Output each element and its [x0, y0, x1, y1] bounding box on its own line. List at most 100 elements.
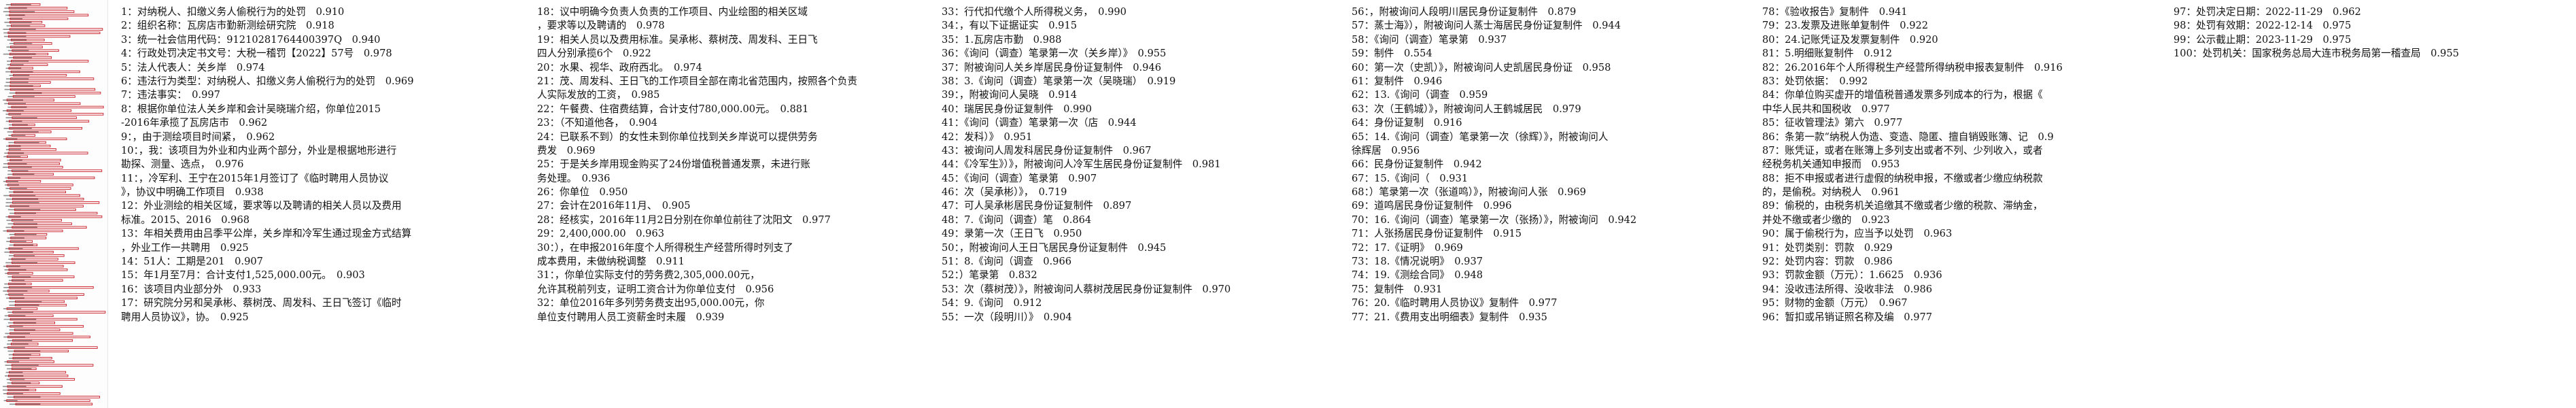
- thumbnail-box-annotation: [6, 399, 90, 402]
- thumbnail-text-stroke: [6, 25, 31, 27]
- thumbnail-text-stroke: [5, 146, 21, 147]
- thumbnail-text-stroke: [4, 315, 26, 317]
- thumbnail-text-stroke: [7, 368, 32, 370]
- ocr-line: 87：账凭证，或者在账簿上多列支出或者不列、少列收入，或者: [1762, 144, 2043, 156]
- thumbnail-text-stroke: [9, 92, 42, 94]
- thumbnail-text-stroke: [6, 46, 27, 48]
- thumbnail-text-stroke: [7, 131, 39, 133]
- ocr-line: 允许其税前列支，证明工资合计为你单位支付 0.956: [537, 283, 774, 295]
- thumbnail-text-stroke: [3, 386, 27, 388]
- thumbnail-text-stroke: [7, 322, 37, 324]
- ocr-line: 的，是偷税。对纳税人 0.961: [1762, 186, 1900, 199]
- ocr-line: 77：21.《费用支出明细表》复制件 0.935: [1352, 311, 1547, 323]
- ocr-line: 8：根据你单位法人关乡岸和会计吴晓瑞介绍，你单位2015: [121, 103, 381, 115]
- thumbnail-text-stroke: [7, 61, 29, 62]
- thumbnail-text-stroke: [8, 354, 31, 356]
- ocr-line: 29：2,400,000.00 0.963: [537, 228, 665, 240]
- ocr-line: 2：组织名称：瓦房店市勤新测绘研究院 0.918: [121, 20, 334, 32]
- ocr-line: 21：茂、周发科、王日飞的工作项目全部在南北省范围内，按照各个负责: [537, 75, 857, 87]
- text-column-5: 78：《验收报告》复制件 0.941 79：23.发票及进账单复制件 0.922 8…: [1762, 5, 2163, 408]
- thumbnail-text-stroke: [3, 290, 28, 292]
- document-thumbnail: [0, 0, 108, 408]
- ocr-line: ，外业工作一共聘用 0.925: [121, 241, 249, 254]
- thumbnail-text-stroke: [5, 71, 33, 73]
- ocr-line: 33：行代扣代缴个人所得税义务， 0.990: [942, 6, 1127, 18]
- text-column-6: 97：处罚决定日期：2022-11-29 0.962 98：处罚有效期：2022-…: [2174, 5, 2576, 408]
- ocr-line: 单位支付聘用人员工资薪金时未履 0.939: [537, 311, 725, 323]
- ocr-line: 1：对纳税人、扣缴义务人偷税行为的处罚 0.910: [121, 6, 345, 18]
- ocr-line: 42：发科）》 0.951: [942, 131, 1033, 143]
- thumbnail-text-stroke: [5, 14, 25, 16]
- thumbnail-text-stroke: [5, 262, 37, 264]
- ocr-line: 26：你单位 0.950: [537, 186, 628, 199]
- thumbnail-text-stroke: [5, 199, 39, 200]
- text-column-1: 1：对纳税人、扣缴义务人偷税行为的处罚 0.910 2：组织名称：瓦房店市勤新测绘…: [121, 5, 522, 408]
- thumbnail-text-stroke: [7, 159, 22, 161]
- ocr-line: 30：），在申报2016年度个人所得税生产经营所得时列支了: [537, 241, 793, 254]
- ocr-line: 58：《询问（调查）笔录第 0.937: [1352, 33, 1507, 46]
- thumbnail-text-stroke: [5, 216, 21, 218]
- thumbnail-text-stroke: [3, 318, 37, 320]
- ocr-line: 86：条第一款“纳税人伪造、变造、隐匿、擅自销毁账簿、记 0.9: [1762, 131, 2054, 143]
- thumbnail-text-stroke: [5, 297, 24, 299]
- thumbnail-text-stroke: [3, 29, 36, 30]
- thumbnail-text-stroke: [4, 252, 33, 253]
- thumbnail-text-stroke: [7, 343, 29, 345]
- thumbnail-text-stroke: [3, 32, 27, 34]
- thumbnail-text-stroke: [9, 403, 41, 405]
- ocr-line: 52：）笔录第 0.832: [942, 269, 1037, 282]
- ocr-line: 88：拒不申报或者进行虚假的纳税申报，不缴或者少缴应纳税款: [1762, 172, 2043, 184]
- ocr-line: 81：5.明细账复制件 0.912: [1762, 48, 1893, 60]
- thumbnail-text-stroke: [4, 7, 27, 9]
- ocr-line: 79：23.发票及进账单复制件 0.922: [1762, 20, 1929, 32]
- thumbnail-text-stroke: [4, 361, 19, 362]
- thumbnail-box-annotation: [8, 215, 103, 218]
- ocr-line: 60：第一次（史凯）》，附被询问人史凯居民身份证 0.958: [1352, 61, 1611, 73]
- ocr-line: 勘探、测量、选点， 0.976: [121, 158, 244, 171]
- ocr-line: 92：处罚内容：罚款 0.986: [1762, 256, 1893, 268]
- ocr-line: 务处理。 0.936: [537, 172, 611, 184]
- ocr-line: 25：于是关乡岸用现金购买了24份增值税普通发票，未进行账: [537, 158, 810, 171]
- thumbnail-text-stroke: [3, 35, 27, 37]
- ocr-line: 并处不缴或者少缴的 0.923: [1762, 214, 1890, 226]
- ocr-line: 65：14.《询问（调查）笔录第一次（徐辉）》，附被询问人: [1352, 131, 1609, 143]
- ocr-line: 71：人张扬居民身份证复制件 0.915: [1352, 228, 1522, 240]
- thumbnail-box-annotation: [8, 113, 104, 116]
- ocr-line: 19：相关人员以及费用标准。吴承彬、蔡树茂、周发科、王日飞: [537, 33, 818, 46]
- ocr-line: 31：，你单位实际支付的劳务费2,305,000.00元，: [537, 269, 760, 282]
- ocr-line: 85：征收管理法》第六 0.977: [1762, 117, 1903, 129]
- ocr-line: 34：，有以下证据证实 0.915: [942, 20, 1077, 32]
- thumbnail-text-stroke: [7, 209, 41, 211]
- thumbnail-text-stroke: [3, 110, 24, 112]
- ocr-line: 27：会计在2016年11月、 0.905: [537, 200, 691, 212]
- ocr-line: 10：，我：该项目为外业和内业两个部分，外业是根据地形进行: [121, 144, 397, 156]
- thumbnail-text-stroke: [8, 258, 26, 260]
- thumbnail-text-stroke: [8, 358, 30, 359]
- ocr-line: 76：20.《临时聘用人员协议》复制件 0.977: [1352, 297, 1558, 309]
- thumbnail-text-stroke: [7, 311, 33, 313]
- ocr-line: 96：暂扣或吊销证照名称及编 0.977: [1762, 311, 1933, 323]
- ocr-line: 97：处罚决定日期：2022-11-29 0.962: [2174, 6, 2361, 18]
- thumbnail-text-stroke: [9, 244, 34, 246]
- ocr-line: 49：录第一次（王日飞 0.950: [942, 228, 1082, 240]
- text-column-3: 33：行代扣代缴个人所得税义务， 0.990 34：，有以下证据证实 0.915 3…: [942, 5, 1343, 408]
- thumbnail-text-stroke: [9, 329, 35, 330]
- thumbnail-text-stroke: [3, 389, 29, 391]
- ocr-line: 50：，附被询问人王日飞居民身份证复制件 0.945: [942, 241, 1167, 254]
- ocr-line: 100：处罚机关：国家税务总局大连市税务局第一稽查局 0.955: [2174, 48, 2459, 60]
- thumbnail-text-stroke: [7, 170, 29, 171]
- ocr-line: 84：你单位购买虚开的增值税普通发票多列成本的行为，根据《: [1762, 89, 2043, 101]
- thumbnail-text-stroke: [3, 347, 25, 348]
- thumbnail-text-stroke: [9, 75, 30, 76]
- ocr-line: 54：9.《询问 0.912: [942, 297, 1042, 309]
- thumbnail-text-stroke: [6, 326, 23, 327]
- thumbnail-text-stroke: [6, 379, 25, 380]
- ocr-line: 41：《询问（调查）笔录第一次（店 0.944: [942, 117, 1137, 129]
- thumbnail-text-stroke: [4, 88, 34, 90]
- thumbnail-text-stroke: [9, 234, 37, 235]
- thumbnail-text-stroke: [5, 202, 39, 203]
- thumbnail-text-stroke: [9, 279, 25, 282]
- thumbnail-text-stroke: [5, 371, 23, 373]
- ocr-line: 73：18.《情况说明》 0.937: [1352, 256, 1483, 268]
- thumbnail-text-stroke: [6, 220, 34, 221]
